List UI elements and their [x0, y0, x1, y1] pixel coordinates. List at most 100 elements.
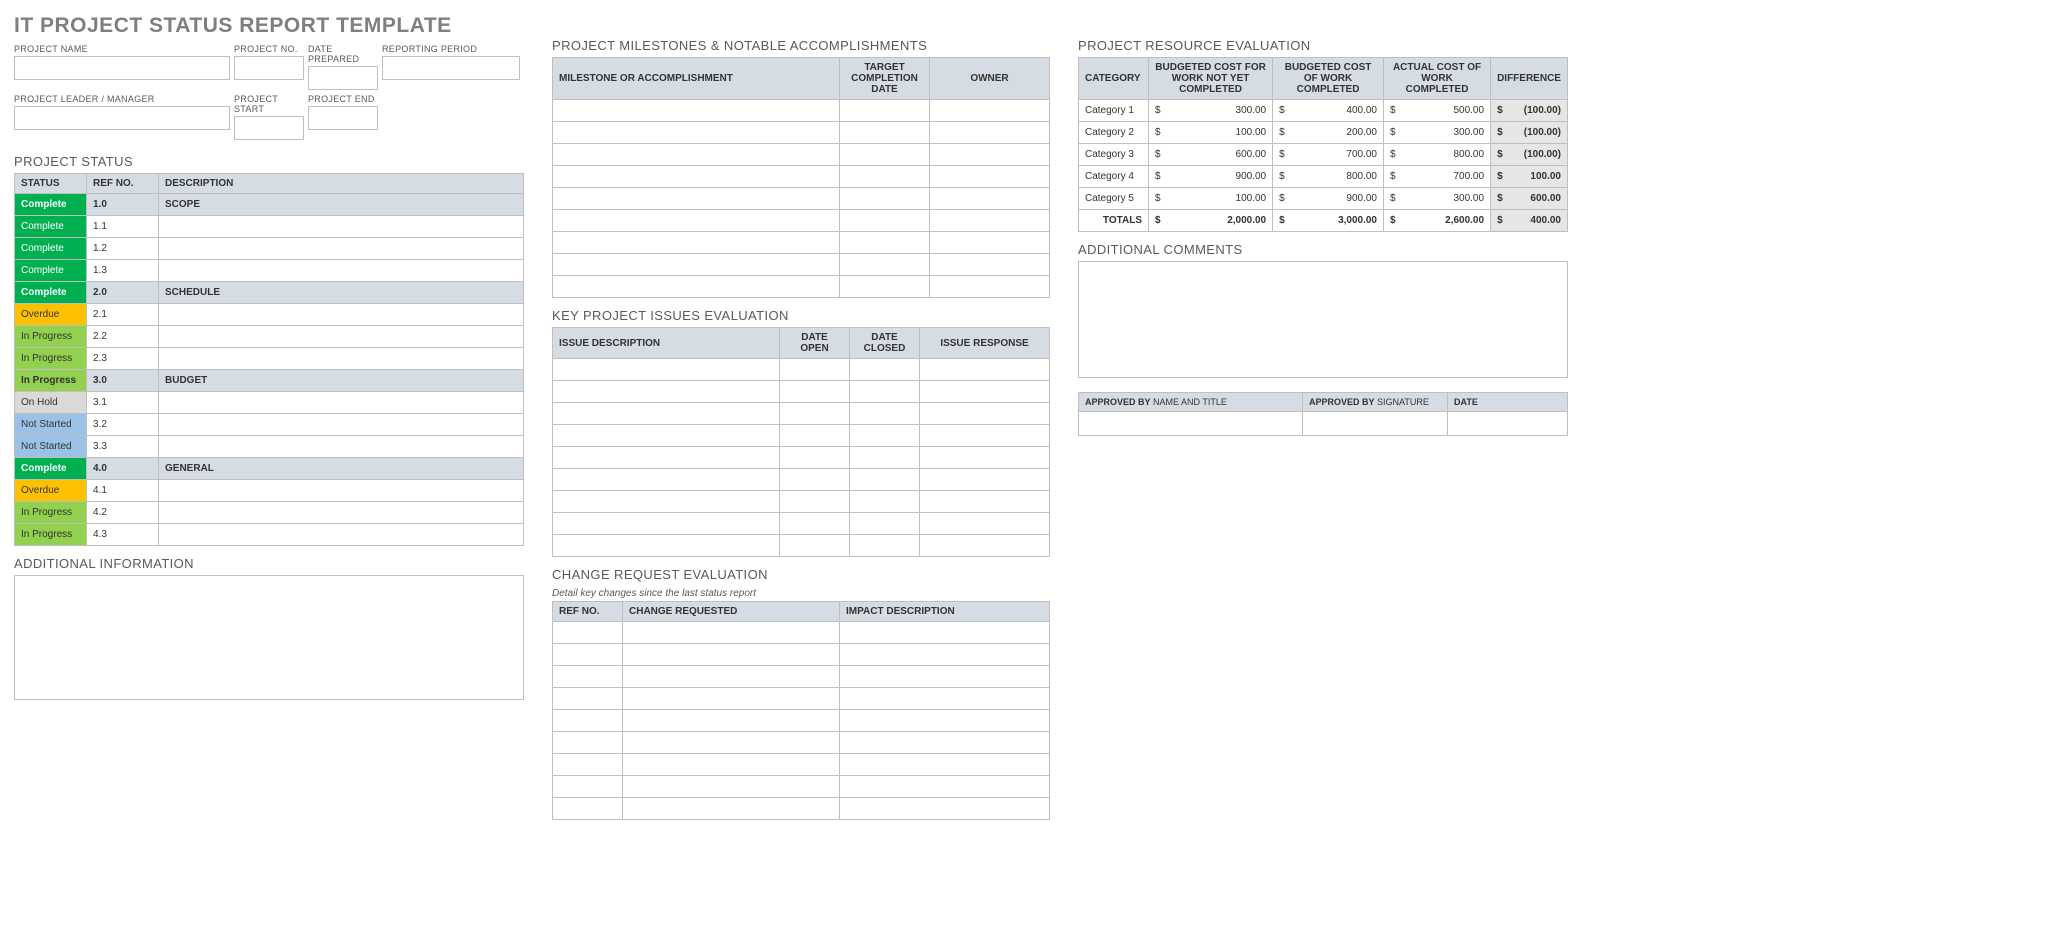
empty-cell[interactable]: [920, 359, 1050, 381]
empty-cell[interactable]: [553, 254, 840, 276]
empty-cell[interactable]: [553, 359, 780, 381]
empty-cell[interactable]: [553, 469, 780, 491]
empty-cell[interactable]: [553, 491, 780, 513]
empty-cell[interactable]: [623, 666, 840, 688]
empty-cell[interactable]: [840, 276, 930, 298]
empty-cell[interactable]: [840, 666, 1050, 688]
input-project-start[interactable]: [234, 116, 304, 140]
empty-cell[interactable]: [840, 644, 1050, 666]
empty-cell[interactable]: [553, 732, 623, 754]
empty-cell[interactable]: [840, 754, 1050, 776]
empty-cell[interactable]: [553, 513, 780, 535]
empty-cell[interactable]: [850, 425, 920, 447]
empty-cell[interactable]: [553, 710, 623, 732]
empty-cell[interactable]: [840, 210, 930, 232]
input-project-no[interactable]: [234, 56, 304, 80]
empty-cell[interactable]: [930, 210, 1050, 232]
empty-cell[interactable]: [623, 622, 840, 644]
empty-cell[interactable]: [553, 535, 780, 557]
empty-cell[interactable]: [780, 359, 850, 381]
empty-cell[interactable]: [840, 100, 930, 122]
status-cell[interactable]: Complete: [15, 282, 87, 304]
empty-cell[interactable]: [553, 754, 623, 776]
empty-cell[interactable]: [780, 381, 850, 403]
empty-cell[interactable]: [930, 122, 1050, 144]
empty-cell[interactable]: [840, 144, 930, 166]
empty-cell[interactable]: [553, 166, 840, 188]
input-approved-date[interactable]: [1448, 412, 1568, 436]
empty-cell[interactable]: [920, 513, 1050, 535]
empty-cell[interactable]: [850, 381, 920, 403]
empty-cell[interactable]: [930, 276, 1050, 298]
desc-cell[interactable]: [159, 326, 524, 348]
status-cell[interactable]: Not Started: [15, 436, 87, 458]
status-cell[interactable]: Overdue: [15, 304, 87, 326]
empty-cell[interactable]: [920, 491, 1050, 513]
empty-cell[interactable]: [850, 535, 920, 557]
empty-cell[interactable]: [553, 622, 623, 644]
empty-cell[interactable]: [553, 144, 840, 166]
status-cell[interactable]: Complete: [15, 194, 87, 216]
empty-cell[interactable]: [840, 166, 930, 188]
empty-cell[interactable]: [780, 535, 850, 557]
empty-cell[interactable]: [553, 425, 780, 447]
status-cell[interactable]: Complete: [15, 458, 87, 480]
status-cell[interactable]: Not Started: [15, 414, 87, 436]
status-cell[interactable]: In Progress: [15, 524, 87, 546]
empty-cell[interactable]: [930, 144, 1050, 166]
desc-cell[interactable]: [159, 436, 524, 458]
empty-cell[interactable]: [920, 381, 1050, 403]
desc-cell[interactable]: [159, 502, 524, 524]
empty-cell[interactable]: [553, 210, 840, 232]
empty-cell[interactable]: [780, 447, 850, 469]
empty-cell[interactable]: [623, 754, 840, 776]
empty-cell[interactable]: [850, 447, 920, 469]
empty-cell[interactable]: [930, 232, 1050, 254]
desc-cell[interactable]: [159, 260, 524, 282]
empty-cell[interactable]: [553, 776, 623, 798]
desc-cell[interactable]: [159, 392, 524, 414]
empty-cell[interactable]: [840, 688, 1050, 710]
empty-cell[interactable]: [780, 491, 850, 513]
desc-cell[interactable]: SCHEDULE: [159, 282, 524, 304]
empty-cell[interactable]: [930, 254, 1050, 276]
empty-cell[interactable]: [850, 359, 920, 381]
empty-cell[interactable]: [840, 254, 930, 276]
comments-box[interactable]: [1078, 261, 1568, 378]
empty-cell[interactable]: [850, 491, 920, 513]
desc-cell[interactable]: [159, 524, 524, 546]
empty-cell[interactable]: [850, 469, 920, 491]
empty-cell[interactable]: [840, 710, 1050, 732]
status-cell[interactable]: Complete: [15, 216, 87, 238]
empty-cell[interactable]: [930, 188, 1050, 210]
empty-cell[interactable]: [553, 798, 623, 820]
empty-cell[interactable]: [623, 798, 840, 820]
desc-cell[interactable]: BUDGET: [159, 370, 524, 392]
empty-cell[interactable]: [920, 425, 1050, 447]
status-cell[interactable]: Complete: [15, 260, 87, 282]
empty-cell[interactable]: [553, 100, 840, 122]
empty-cell[interactable]: [840, 188, 930, 210]
input-project-name[interactable]: [14, 56, 230, 80]
input-project-leader[interactable]: [14, 106, 230, 130]
empty-cell[interactable]: [850, 513, 920, 535]
empty-cell[interactable]: [553, 644, 623, 666]
empty-cell[interactable]: [840, 776, 1050, 798]
desc-cell[interactable]: [159, 414, 524, 436]
empty-cell[interactable]: [623, 644, 840, 666]
empty-cell[interactable]: [780, 425, 850, 447]
status-cell[interactable]: In Progress: [15, 326, 87, 348]
empty-cell[interactable]: [553, 276, 840, 298]
desc-cell[interactable]: [159, 238, 524, 260]
empty-cell[interactable]: [623, 776, 840, 798]
desc-cell[interactable]: [159, 304, 524, 326]
status-cell[interactable]: In Progress: [15, 370, 87, 392]
desc-cell[interactable]: [159, 348, 524, 370]
empty-cell[interactable]: [623, 732, 840, 754]
input-approved-sig[interactable]: [1303, 412, 1448, 436]
input-reporting-period[interactable]: [382, 56, 520, 80]
empty-cell[interactable]: [780, 513, 850, 535]
empty-cell[interactable]: [553, 188, 840, 210]
status-cell[interactable]: Complete: [15, 238, 87, 260]
empty-cell[interactable]: [553, 403, 780, 425]
